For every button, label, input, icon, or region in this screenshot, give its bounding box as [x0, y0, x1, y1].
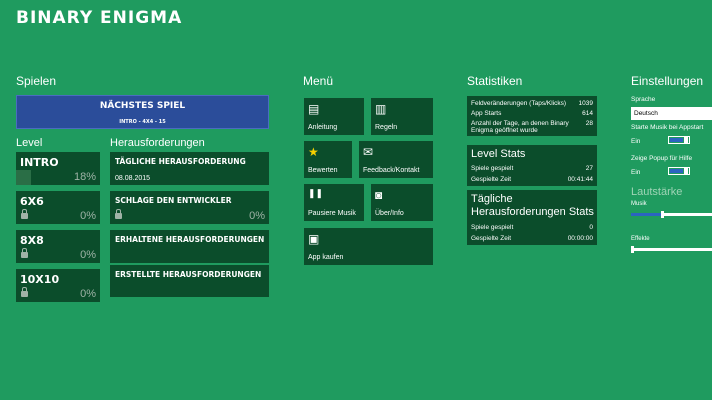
menu-item-label: Pausiere Musik [308, 210, 356, 217]
app-title: BINARY ENIGMA [16, 8, 183, 28]
level-progress-fill [16, 170, 32, 185]
menu-item-label: Anleitung [308, 124, 338, 131]
language-select[interactable]: Deutsch [631, 107, 712, 120]
challenge-tile[interactable]: TÄGLICHE HERAUSFORDERUNG 08.08.2015 [110, 152, 269, 185]
menu-item-anleitung[interactable]: ▤ Anleitung [304, 98, 364, 135]
volume-header: Lautstärke [631, 186, 683, 198]
level-name: 8X8 [20, 234, 44, 247]
menu-item-regeln[interactable]: ▥ Regeln [371, 98, 433, 135]
section-header-spielen: Spielen [16, 74, 57, 88]
next-game-subtitle: INTRO - 4X4 - 15 [119, 119, 166, 125]
challenge-name: ERHALTENE HERAUSFORDERUNGEN [115, 235, 265, 244]
menu-item-label: Bewerten [308, 167, 338, 174]
stat-row: App Starts 614 [471, 110, 593, 117]
music-volume-slider[interactable] [631, 211, 712, 218]
lock-icon [21, 287, 28, 297]
next-game-tile[interactable]: NÄCHSTES SPIEL INTRO - 4X4 - 15 [16, 95, 269, 129]
challenge-stats-title: Tägliche Herausforderungen Stats [471, 193, 594, 218]
stat-row: Feldveränderungen (Taps/Klicks) 1039 [471, 100, 593, 107]
challenge-date: 08.08.2015 [115, 175, 151, 182]
language-label: Sprache [631, 96, 656, 103]
mail-icon: ✉ [363, 145, 374, 159]
level-name: INTRO [20, 156, 59, 169]
music-autostart-label: Starte Musik bei Appstart [631, 124, 704, 131]
challenge-stats-tile: Tägliche Herausforderungen Stats Spiele … [467, 190, 597, 245]
menu-item-über-info[interactable]: ◙ Über/Info [371, 184, 433, 221]
level-header: Level [16, 137, 43, 149]
menu-item-label: Über/Info [375, 210, 404, 217]
menu-item-bewerten[interactable]: ★ Bewerten [304, 141, 352, 178]
level-percent: 0% [80, 210, 96, 222]
menu-item-label: App kaufen [308, 254, 344, 261]
stat-row: Spiele gespielt 0 [471, 224, 593, 231]
level-percent: 0% [80, 288, 96, 300]
general-stats-tile: Feldveränderungen (Taps/Klicks) 1039 App … [467, 96, 597, 136]
challenge-name: SCHLAGE DEN ENTWICKLER [115, 196, 232, 205]
menu-item-label: Feedback/Kontakt [363, 167, 420, 174]
lock-icon [21, 248, 28, 258]
level-tile[interactable]: 8X8 0% [16, 230, 100, 263]
challenge-name: TÄGLICHE HERAUSFORDERUNG [115, 157, 246, 166]
music-autostart-toggle[interactable] [668, 136, 690, 144]
challenge-percent: 0% [249, 210, 265, 222]
challenges-header: Herausforderungen [110, 137, 205, 149]
stat-row: Anzahl der Tage, an denen Binary Enigma … [471, 120, 593, 134]
menu-item-label: Regeln [375, 124, 398, 131]
stop-circle-icon: ◙ [375, 188, 383, 202]
menu-item-app-kaufen[interactable]: ▣ App kaufen [304, 228, 433, 265]
help-popup-label: Zeige Popup für Hilfe [631, 155, 693, 162]
music-autostart-state: Ein [631, 138, 641, 145]
effects-volume-slider[interactable] [631, 246, 712, 253]
effects-volume-label: Effekte [631, 236, 650, 242]
next-game-title: NÄCHSTES SPIEL [99, 101, 186, 111]
level-stats-tile: Level Stats Spiele gespielt 27 Gespielte … [467, 145, 597, 186]
pause-icon: ❚❚ [308, 188, 324, 198]
menu-item-pausiere-musik[interactable]: ❚❚ Pausiere Musik [304, 184, 364, 221]
help-popup-toggle[interactable] [668, 167, 690, 175]
level-tile[interactable]: INTRO 18% [16, 152, 100, 185]
music-volume-label: Musik [631, 201, 647, 207]
level-stats-title: Level Stats [471, 148, 526, 160]
section-header-menu: Menü [303, 74, 334, 88]
challenge-tile[interactable]: SCHLAGE DEN ENTWICKLER 0% [110, 191, 269, 224]
menu-item-feedback-kontakt[interactable]: ✉ Feedback/Kontakt [359, 141, 433, 178]
stat-row: Gespielte Zeit 00:41:44 [471, 176, 593, 183]
stat-row: Gespielte Zeit 00:00:00 [471, 235, 593, 242]
level-percent: 18% [73, 171, 96, 183]
level-name: 10X10 [20, 273, 60, 286]
shopping-bag-icon: ▣ [308, 232, 320, 246]
section-header-stats: Statistiken [467, 74, 523, 88]
challenge-tile[interactable]: ERHALTENE HERAUSFORDERUNGEN [110, 230, 269, 263]
clipboard-icon: ▤ [308, 102, 320, 116]
stat-row: Spiele gespielt 27 [471, 165, 593, 172]
book-icon: ▥ [375, 102, 387, 116]
challenge-tile[interactable]: ERSTELLTE HERAUSFORDERUNGEN [110, 265, 269, 297]
level-percent: 0% [80, 249, 96, 261]
level-name: 6X6 [20, 195, 44, 208]
star-icon: ★ [308, 145, 319, 159]
level-tile[interactable]: 6X6 0% [16, 191, 100, 224]
level-tile[interactable]: 10X10 0% [16, 269, 100, 302]
challenge-name: ERSTELLTE HERAUSFORDERUNGEN [115, 270, 262, 279]
help-popup-state: Ein [631, 169, 641, 176]
section-header-settings: Einstellungen [631, 74, 704, 88]
lock-icon [115, 209, 122, 219]
lock-icon [21, 209, 28, 219]
